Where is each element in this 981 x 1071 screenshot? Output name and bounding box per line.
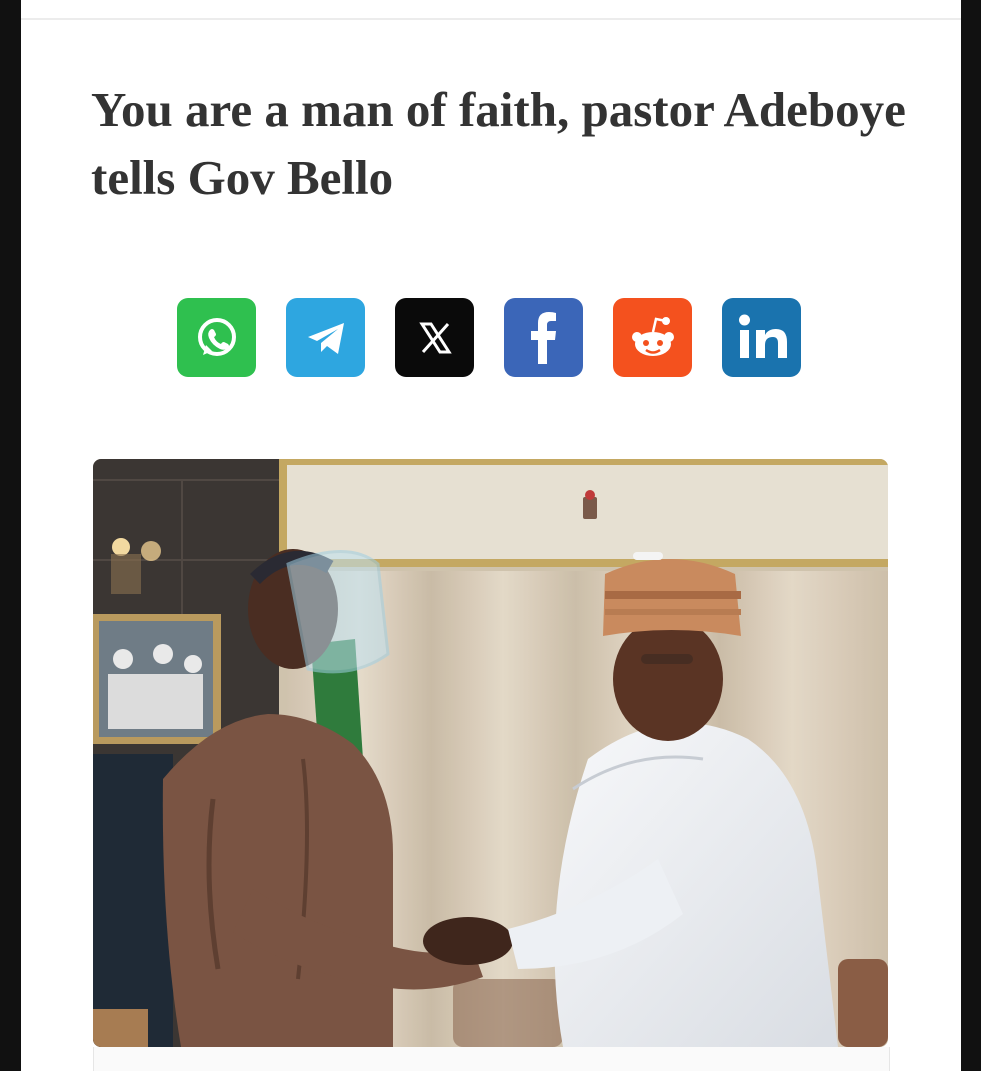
share-x-button[interactable] — [395, 298, 474, 377]
share-bar — [177, 298, 801, 377]
whatsapp-icon — [197, 317, 236, 356]
share-telegram-button[interactable] — [286, 298, 365, 377]
header-divider — [21, 18, 961, 20]
article-page: You are a man of faith, pastor Adeboye t… — [21, 0, 961, 1071]
photo-caption-area — [93, 1047, 890, 1071]
share-linkedin-button[interactable] — [722, 298, 801, 377]
reddit-icon — [631, 316, 674, 356]
share-whatsapp-button[interactable] — [177, 298, 256, 377]
facebook-icon — [530, 311, 556, 364]
telegram-icon — [307, 322, 344, 354]
article-photo — [93, 459, 888, 1047]
article-headline: You are a man of faith, pastor Adeboye t… — [91, 82, 906, 205]
share-reddit-button[interactable] — [613, 298, 692, 377]
linkedin-icon — [738, 314, 787, 358]
x-icon — [418, 322, 452, 353]
share-facebook-button[interactable] — [504, 298, 583, 377]
